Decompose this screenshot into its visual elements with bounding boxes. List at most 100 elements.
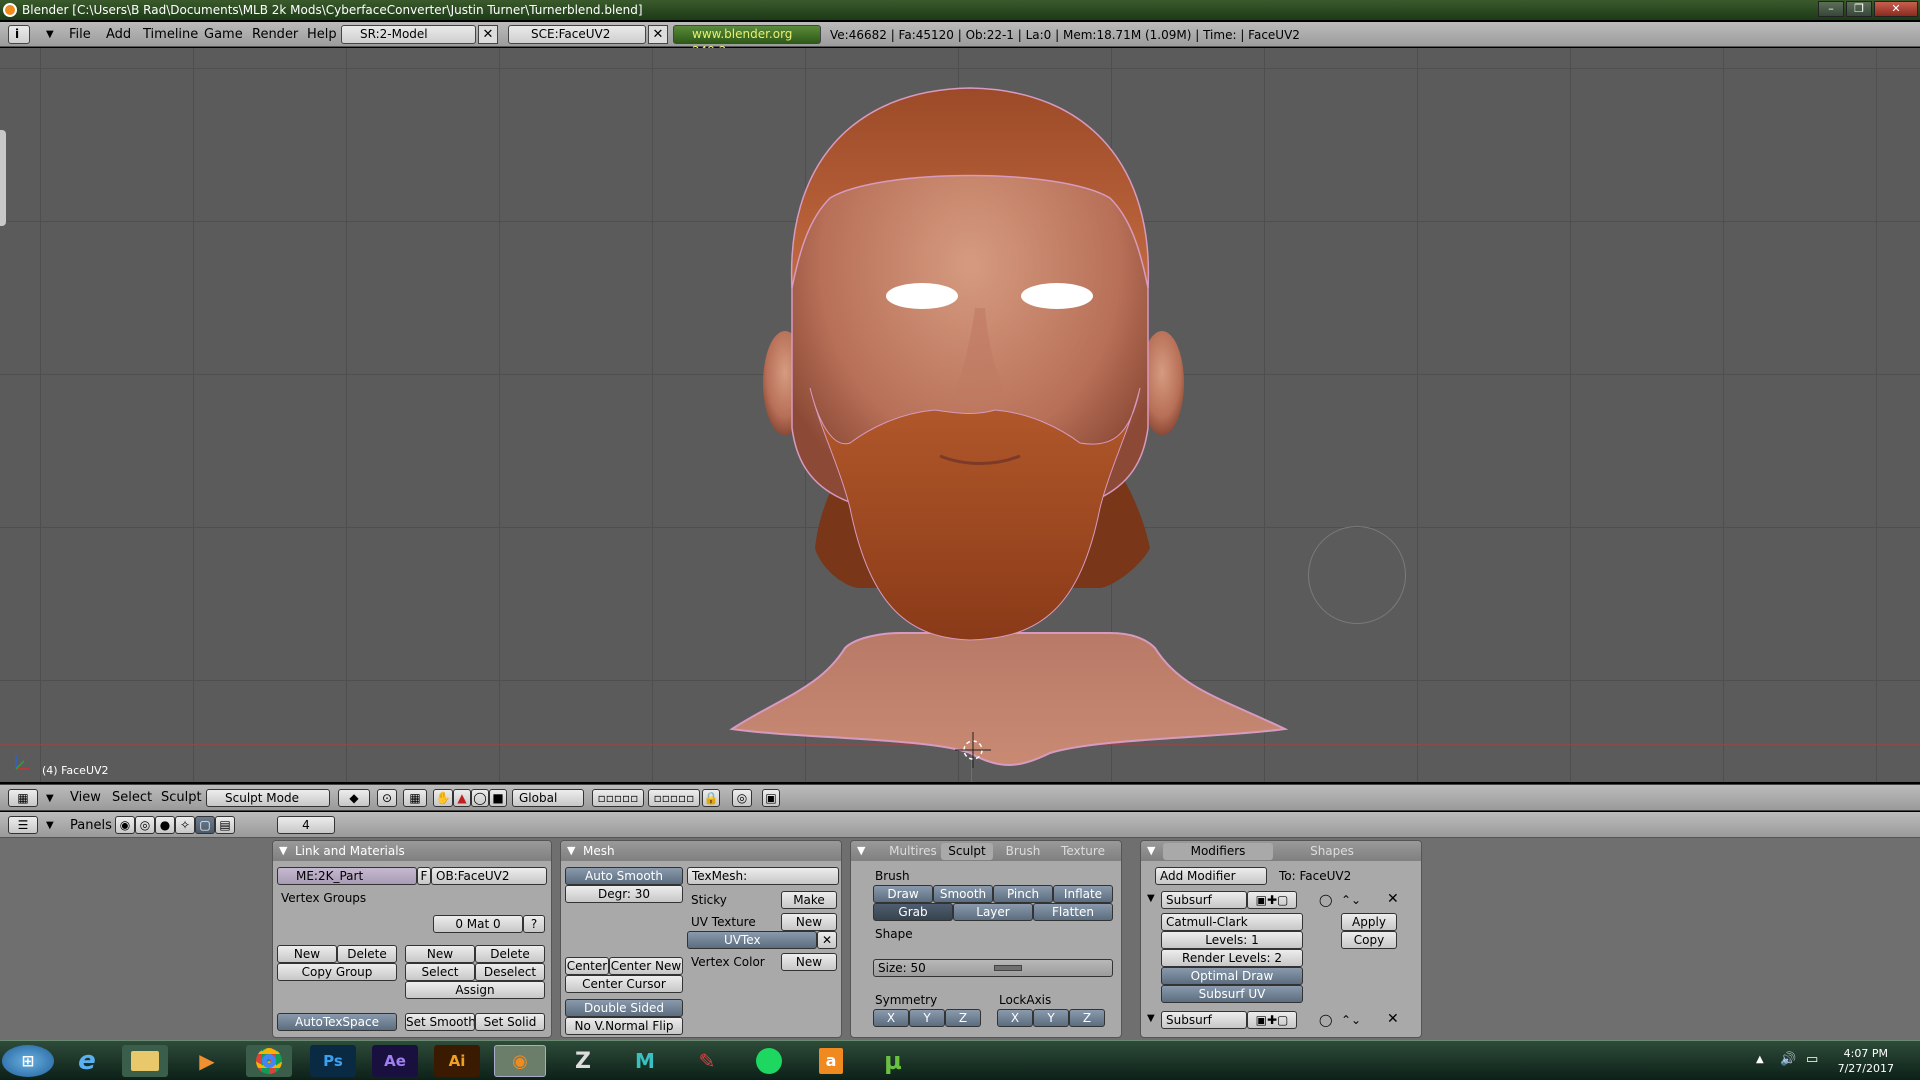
delete-screen-button[interactable]: ✕ [478, 25, 498, 44]
opengl-render-icon[interactable]: ◎ [732, 789, 752, 807]
brush-smooth-button[interactable]: Smooth [933, 885, 993, 903]
brush-flatten-button[interactable]: Flatten [1033, 903, 1113, 921]
material-help-button[interactable]: ? [523, 915, 545, 933]
deselect-material-button[interactable]: Deselect [475, 963, 545, 981]
minimize-button[interactable]: – [1818, 1, 1844, 17]
tab-modifiers[interactable]: Modifiers [1163, 843, 1273, 860]
menu-add[interactable]: Add [106, 27, 131, 42]
volume-icon[interactable]: 🔊 [1780, 1052, 1796, 1067]
media-player-icon[interactable]: ▶ [184, 1045, 230, 1077]
menu-render[interactable]: Render [252, 27, 298, 42]
subsurf-uv-toggle[interactable]: Subsurf UV [1161, 985, 1303, 1003]
move-modifier-up-icon[interactable]: ⌃⌄ [1341, 893, 1361, 907]
modifier2-display-toggles-icon[interactable]: ▣✚▢ [1247, 1011, 1297, 1029]
brush-draw-button[interactable]: Draw [873, 885, 933, 903]
set-solid-button[interactable]: Set Solid [475, 1013, 545, 1031]
3d-viewport[interactable]: (4) FaceUV2 [0, 48, 1920, 782]
move-modifier2-icon[interactable]: ⌃⌄ [1341, 1013, 1361, 1027]
layer-lock-icon[interactable]: ▦ [403, 789, 427, 807]
fake-user-toggle[interactable]: F [417, 867, 431, 885]
brush-size-slider[interactable]: Size: 50 [873, 959, 1113, 977]
pencil-icon[interactable]: ✎ [684, 1045, 730, 1077]
modifier2-cage-icon[interactable]: ◯ [1319, 1013, 1332, 1027]
layers-row2-icon[interactable]: ▫▫▫▫▫ [648, 789, 700, 807]
chrome-icon[interactable] [246, 1045, 292, 1077]
modifier-display-toggles-icon[interactable]: ▣✚▢ [1247, 891, 1297, 909]
object-name-field[interactable]: OB:FaceUV2 [431, 867, 547, 885]
menu-timeline[interactable]: Timeline [143, 27, 198, 42]
brush-layer-button[interactable]: Layer [953, 903, 1033, 921]
header-collapse-icon[interactable]: ▼ [46, 29, 54, 40]
subsurf2-name-field[interactable]: Subsurf [1161, 1011, 1247, 1029]
menu-game[interactable]: Game [204, 27, 243, 42]
set-smooth-button[interactable]: Set Smooth [405, 1013, 475, 1031]
no-vnormal-flip-toggle[interactable]: No V.Normal Flip [565, 1017, 683, 1035]
delete-uvtex-button[interactable]: ✕ [817, 931, 837, 949]
symmetry-y-toggle[interactable]: Y [909, 1009, 945, 1027]
utorrent-icon[interactable]: µ [870, 1045, 916, 1077]
scale-manipulator-icon[interactable]: ■ [489, 789, 507, 807]
translate-manipulator-icon[interactable]: ▲ [453, 789, 471, 807]
buttons-editor-type-icon[interactable]: ☰ [8, 816, 38, 834]
network-icon[interactable]: ▭ [1806, 1052, 1818, 1067]
spotify-icon[interactable] [746, 1045, 792, 1077]
header-collapse-icon-3d[interactable]: ▼ [46, 793, 54, 804]
new-vertex-color-button[interactable]: New [781, 953, 837, 971]
modifier-collapse-icon[interactable]: ▼ [1147, 893, 1155, 904]
editor-type-icon[interactable]: ▦ [8, 789, 38, 807]
apply-modifier-button[interactable]: Apply [1341, 913, 1397, 931]
select-material-button[interactable]: Select [405, 963, 475, 981]
editing-context-icon[interactable]: ▢ [195, 816, 215, 834]
auto-smooth-toggle[interactable]: Auto Smooth [565, 867, 683, 885]
start-orb-icon[interactable]: ⊞ [2, 1045, 54, 1077]
website-link[interactable]: www.blender.org 249.2 [673, 25, 821, 58]
tab-multires[interactable]: Multires [887, 843, 939, 860]
maya-icon[interactable]: M [622, 1045, 668, 1077]
layers-row1-icon[interactable]: ▫▫▫▫▫ [592, 789, 644, 807]
symmetry-x-toggle[interactable]: X [873, 1009, 909, 1027]
assign-material-button[interactable]: Assign [405, 981, 545, 999]
delete-material-button[interactable]: Delete [475, 945, 545, 963]
rotate-manipulator-icon[interactable]: ◯ [471, 789, 489, 807]
header-collapse-icon-btns[interactable]: ▼ [46, 820, 54, 831]
uvtex-layer[interactable]: UVTex [687, 931, 817, 949]
brush-inflate-button[interactable]: Inflate [1053, 885, 1113, 903]
mode-select[interactable]: Sculpt Mode [206, 789, 330, 807]
link-materials-panel-header[interactable]: ▼ Link and Materials [273, 841, 551, 861]
autotexspace-toggle[interactable]: AutoTexSpace [277, 1013, 397, 1031]
mesh-name-field[interactable]: ME:2K_Part [277, 867, 417, 885]
texmesh-field[interactable]: TexMesh: [687, 867, 839, 885]
screen-select-field[interactable]: SR:2-Model [341, 25, 476, 44]
frame-number-field[interactable]: 4 [277, 816, 335, 834]
new-uv-texture-button[interactable]: New [781, 913, 837, 931]
copy-group-button[interactable]: Copy Group [277, 963, 397, 981]
tray-expand-icon[interactable]: ▲ [1756, 1054, 1764, 1065]
tab-sculpt[interactable]: Sculpt [941, 843, 993, 860]
double-sided-toggle[interactable]: Double Sided [565, 999, 683, 1017]
hand-manipulator-icon[interactable]: ✋ [433, 789, 453, 807]
brush-grab-button[interactable]: Grab [873, 903, 953, 921]
blender-taskbar-icon[interactable]: ◉ [494, 1045, 546, 1077]
pivot-icon[interactable]: ⊙ [377, 789, 397, 807]
optimal-draw-toggle[interactable]: Optimal Draw [1161, 967, 1303, 985]
symmetry-z-toggle[interactable]: Z [945, 1009, 981, 1027]
file-explorer-icon[interactable] [122, 1045, 168, 1077]
center-new-button[interactable]: Center New [609, 957, 683, 975]
menu-sculpt[interactable]: Sculpt [161, 790, 202, 805]
after-effects-icon[interactable]: Ae [372, 1045, 418, 1077]
subsurf-type-select[interactable]: Catmull-Clark [1161, 913, 1303, 931]
smooth-degree-field[interactable]: Degr: 30 [565, 885, 683, 903]
maximize-button[interactable]: ❐ [1846, 1, 1872, 17]
levels-field[interactable]: Levels: 1 [1161, 931, 1303, 949]
copy-modifier-button[interactable]: Copy [1341, 931, 1397, 949]
subsurf-name-field[interactable]: Subsurf [1161, 891, 1247, 909]
scene-select-field[interactable]: SCE:FaceUV2 [508, 25, 646, 44]
add-modifier-button[interactable]: Add Modifier [1155, 867, 1267, 885]
brush-pinch-button[interactable]: Pinch [993, 885, 1053, 903]
close-window-button[interactable]: ✕ [1874, 1, 1918, 17]
delete-vertex-group-button[interactable]: Delete [337, 945, 397, 963]
info-icon[interactable]: i [8, 25, 30, 44]
3d-cursor-icon[interactable] [955, 732, 991, 768]
illustrator-icon[interactable]: Ai [434, 1045, 480, 1077]
menu-view[interactable]: View [70, 790, 101, 805]
